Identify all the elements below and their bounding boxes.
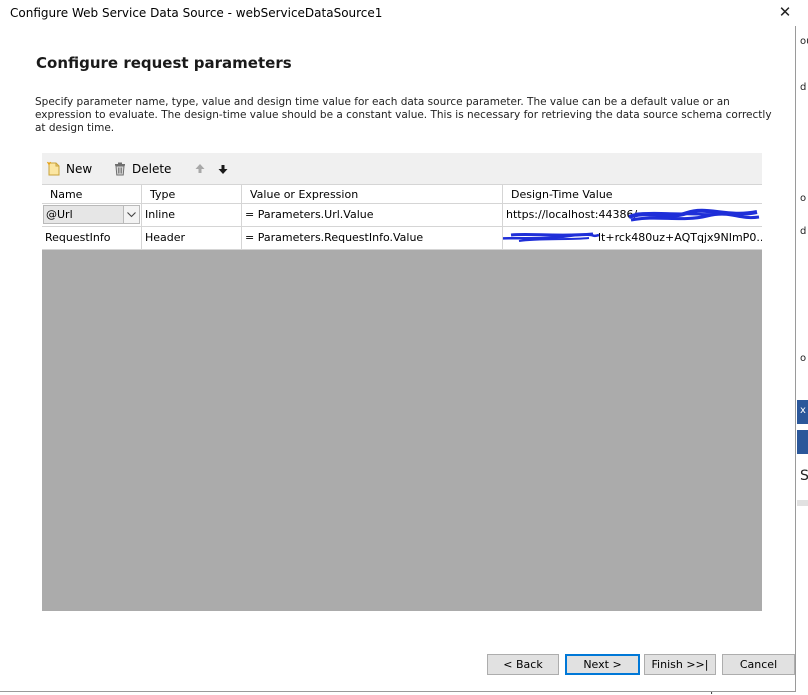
background-selected-bar (797, 430, 808, 454)
design-time-value: lt+rck480uz+AQTqjx9NImP0... (598, 231, 762, 244)
move-down-icon (215, 161, 231, 177)
new-icon (46, 161, 62, 177)
next-button[interactable]: Next > (565, 654, 640, 675)
chevron-down-icon[interactable] (123, 206, 139, 223)
table-row[interactable]: RequestInfo Header = Parameters.RequestI… (42, 227, 762, 250)
new-button-label: New (66, 161, 93, 176)
redaction-scribble (628, 208, 760, 222)
design-time-value: https://localhost:44386/ (506, 208, 638, 221)
title-bar: Configure Web Service Data Source - webS… (0, 0, 796, 26)
finish-button[interactable]: Finish >>| (644, 654, 716, 675)
parameters-grid-panel: New Delete Name Type Value or Expression… (42, 153, 762, 611)
background-text-fragment: d (800, 226, 807, 237)
table-row[interactable]: @Url Inline = Parameters.Url.Value https… (42, 204, 762, 227)
name-combobox-value: @Url (46, 208, 73, 221)
page-heading: Configure request parameters (36, 54, 292, 72)
delete-icon (112, 161, 128, 177)
page-description: Specify parameter name, type, value and … (35, 96, 772, 134)
new-button[interactable]: New (46, 159, 92, 178)
close-button[interactable]: ✕ (770, 0, 800, 26)
background-text-fragment: o (800, 193, 807, 204)
delete-button-label: Delete (132, 161, 172, 176)
type-cell[interactable]: Inline (142, 204, 242, 226)
background-text-fragment: ou (800, 36, 808, 47)
background-text-fragment: x (800, 405, 806, 416)
design-time-cell[interactable]: lt+rck480uz+AQTqjx9NImP0... (503, 227, 762, 249)
value-cell[interactable]: = Parameters.RequestInfo.Value (242, 227, 503, 249)
close-icon: ✕ (778, 3, 792, 21)
design-time-cell[interactable]: https://localhost:44386/ (503, 204, 762, 226)
background-text-fragment: d (800, 82, 807, 93)
grid-toolbar: New Delete (42, 153, 762, 184)
background-window-edge: ou d o d o x Sc (797, 0, 808, 693)
grid-header: Name Type Value or Expression Design-Tim… (42, 184, 762, 204)
background-text-fragment: o (800, 353, 807, 364)
background-divider (797, 500, 808, 506)
name-combobox[interactable]: @Url (43, 205, 140, 224)
column-header-value[interactable]: Value or Expression (242, 185, 503, 204)
column-header-type[interactable]: Type (142, 185, 242, 204)
delete-button[interactable]: Delete (112, 159, 171, 178)
background-text-fragment: Sc (800, 468, 808, 484)
move-up-button[interactable] (192, 159, 212, 178)
configure-dialog: Configure Web Service Data Source - webS… (0, 0, 796, 692)
move-up-icon (192, 161, 208, 177)
back-button[interactable]: < Back (487, 654, 559, 675)
column-header-name[interactable]: Name (42, 185, 142, 204)
move-down-button[interactable] (215, 159, 235, 178)
name-cell[interactable]: RequestInfo (42, 227, 142, 249)
column-header-design-time[interactable]: Design-Time Value (503, 185, 762, 204)
cancel-button[interactable]: Cancel (722, 654, 795, 675)
redaction-scribble (503, 232, 600, 242)
type-cell[interactable]: Header (142, 227, 242, 249)
name-cell[interactable]: @Url (42, 204, 142, 226)
window-title: Configure Web Service Data Source - webS… (10, 6, 383, 20)
value-cell[interactable]: = Parameters.Url.Value (242, 204, 503, 226)
